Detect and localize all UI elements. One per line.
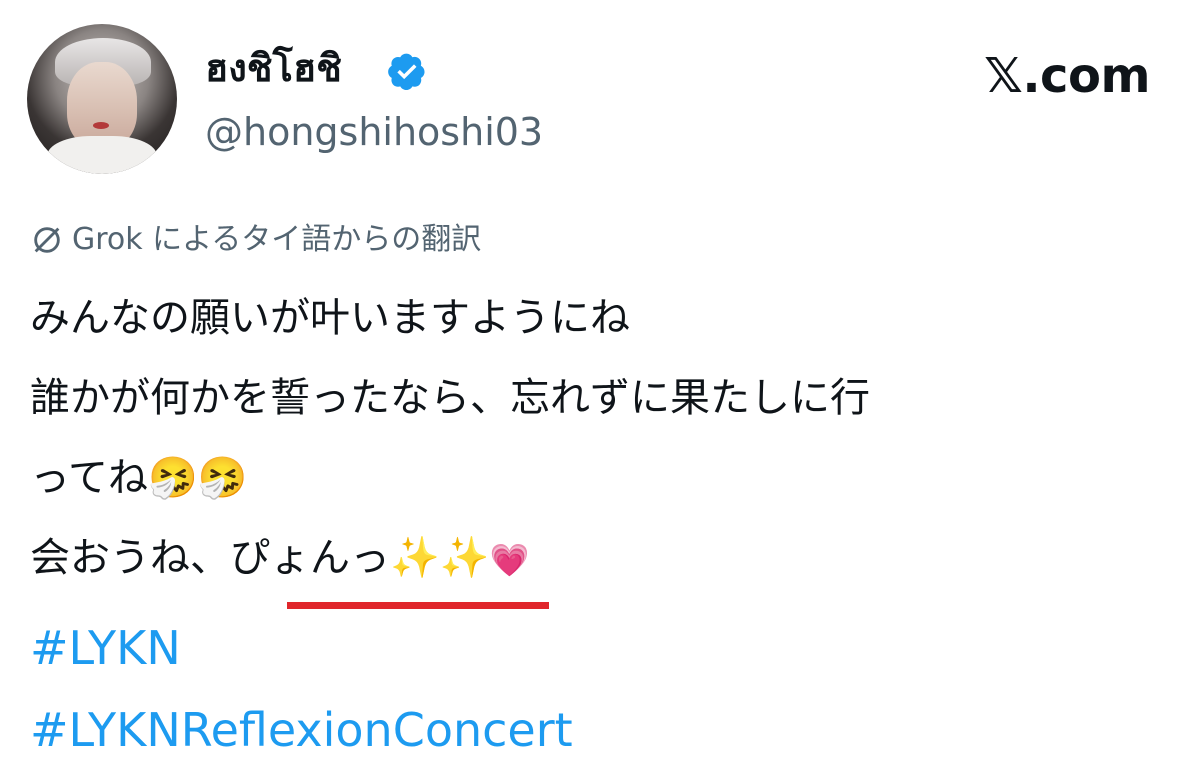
tweet-line-4-prefix: 会おうね、 [30, 535, 230, 581]
x-com-logo: 𝕏.com [984, 48, 1150, 104]
display-name[interactable]: ฮงชิโฮชิ [205, 44, 342, 92]
hashtag-lykn-reflexion-concert[interactable]: #LYKNReflexionConcert [30, 702, 573, 758]
user-handle[interactable]: @hongshihoshi03 [205, 108, 543, 156]
tweet-line-2: 誰かが何かを誓ったなら、忘れずに果たしに行 [30, 375, 870, 421]
pink-heart-emoji: 💗 [489, 541, 530, 579]
highlighted-word: ぴょんっ [230, 535, 390, 581]
sparkles-emoji: ✨✨ [390, 535, 490, 581]
tweet-line-1: みんなの願いが叶いますようにね [30, 295, 630, 341]
tweet-line-4: 会おうね、ぴょんっ✨✨💗 [30, 532, 529, 586]
avatar-cloth [47, 136, 157, 174]
sneezing-face-emoji: 🤧🤧 [148, 455, 248, 501]
translation-label[interactable]: Grok によるタイ語からの翻訳 [30, 218, 481, 262]
verified-badge-icon [388, 53, 425, 91]
hashtag-lykn[interactable]: #LYKN [30, 620, 181, 676]
grok-icon [34, 227, 60, 253]
red-underline-annotation [287, 602, 549, 609]
avatar-lips [93, 122, 109, 129]
translation-label-text: Grok によるタイ語からの翻訳 [72, 222, 482, 257]
tweet-line-3-text: ってね [30, 455, 148, 501]
avatar[interactable] [27, 24, 177, 174]
tweet-line-3: ってね🤧🤧 [30, 452, 248, 504]
